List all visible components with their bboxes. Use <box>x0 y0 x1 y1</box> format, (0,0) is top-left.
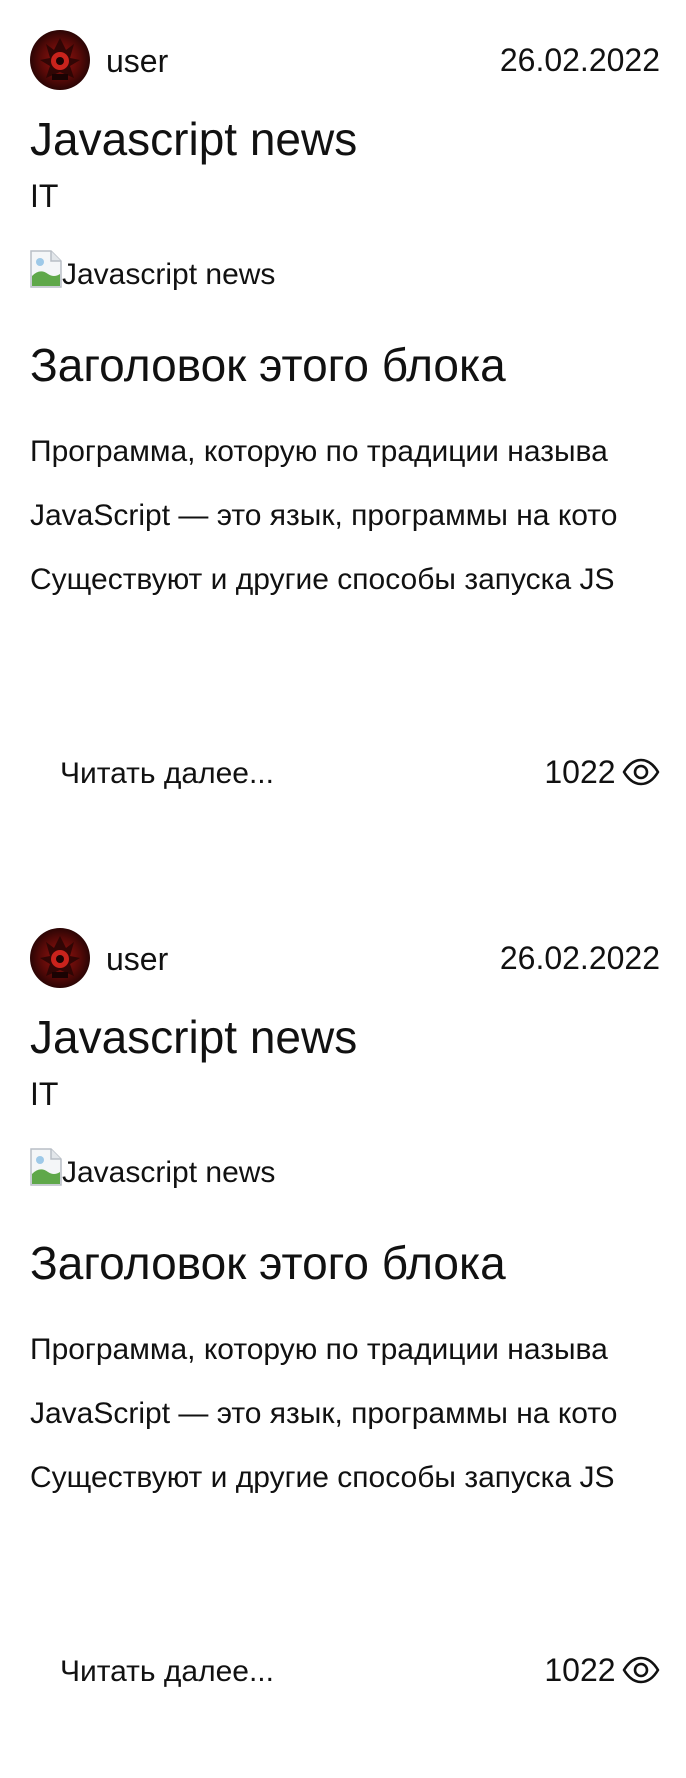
post-paragraph: Программа, которую по традиции называ <box>30 435 608 468</box>
eye-icon <box>622 1656 660 1684</box>
post-date: 26.02.2022 <box>499 940 660 976</box>
post-header: user 26.02.2022 <box>30 30 660 90</box>
post-title: Javascript news <box>30 113 358 165</box>
post-body: Программа, которую по традиции называ Ja… <box>30 434 660 626</box>
avatar[interactable] <box>30 30 90 90</box>
eye-icon <box>622 758 660 786</box>
broken-image-icon <box>30 1148 62 1186</box>
post-category: IT <box>30 178 59 214</box>
broken-image-icon <box>30 250 62 288</box>
news-card: user 26.02.2022 Javascript news IT Javas… <box>0 0 686 880</box>
views-count: 1022 <box>544 754 616 790</box>
block-title: Заголовок этого блока <box>30 1237 506 1289</box>
views-counter: 1022 <box>544 754 660 794</box>
read-more-link[interactable]: Читать далее... <box>60 1654 274 1690</box>
post-date: 26.02.2022 <box>499 42 660 78</box>
post-paragraph: Существуют и другие способы запуска JS <box>30 563 615 596</box>
avatar-image <box>40 38 80 80</box>
post-paragraph: Существуют и другие способы запуска JS <box>30 1461 615 1494</box>
post-body: Программа, которую по традиции называ Ja… <box>30 1332 660 1524</box>
post-paragraph: JavaScript — это язык, программы на кото <box>30 499 618 532</box>
news-card: user 26.02.2022 Javascript news IT Javas… <box>0 898 686 1778</box>
post-title: Javascript news <box>30 1011 358 1063</box>
image-alt-text: Javascript news <box>62 1156 276 1189</box>
views-count: 1022 <box>544 1652 616 1688</box>
read-more-link[interactable]: Читать далее... <box>60 756 274 792</box>
avatar-image <box>40 936 80 978</box>
post-category: IT <box>30 1076 59 1112</box>
views-counter: 1022 <box>544 1652 660 1692</box>
post-paragraph: Программа, которую по традиции называ <box>30 1333 608 1366</box>
avatar[interactable] <box>30 928 90 988</box>
post-paragraph: JavaScript — это язык, программы на кото <box>30 1397 618 1430</box>
post-author[interactable]: user <box>106 941 168 977</box>
post-header: user 26.02.2022 <box>30 928 660 988</box>
post-author[interactable]: user <box>106 43 168 79</box>
image-alt-text: Javascript news <box>62 258 276 291</box>
block-title: Заголовок этого блока <box>30 339 506 391</box>
post-footer: Читать далее... 1022 <box>60 1650 660 1694</box>
post-footer: Читать далее... 1022 <box>60 752 660 796</box>
